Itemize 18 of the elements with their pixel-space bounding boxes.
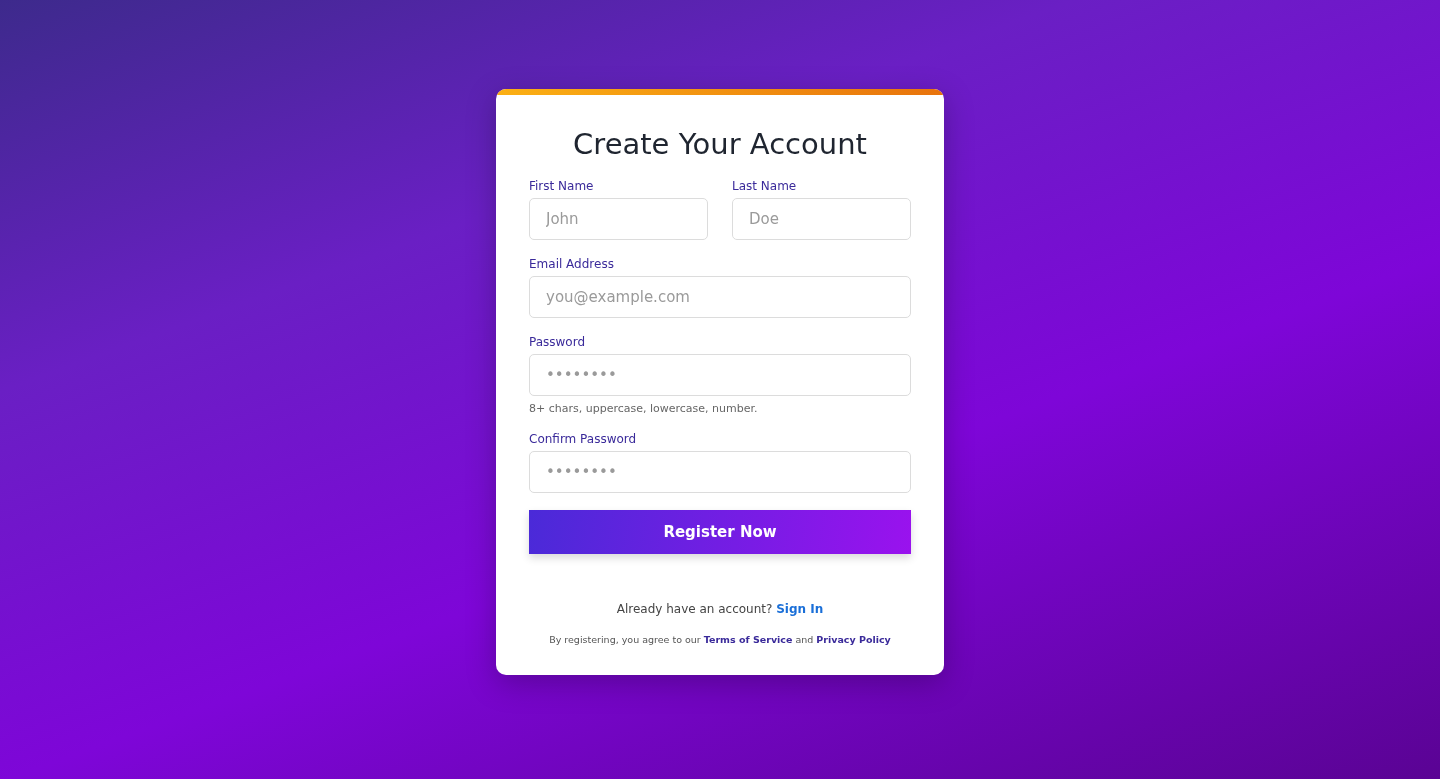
input-field[interactable]: ••••••••	[529, 354, 911, 396]
field-label: Confirm Password	[529, 432, 638, 446]
input-field[interactable]: you@example.com	[529, 276, 911, 318]
field-label: Password	[529, 335, 587, 349]
signin-link[interactable]: Sign In	[776, 602, 824, 616]
privacy-link[interactable]: Privacy Policy	[816, 634, 891, 645]
input-field[interactable]: Doe	[732, 198, 911, 240]
field-label: Last Name	[732, 179, 798, 193]
hint-text: 8+ chars, uppercase, lowercase, number.	[529, 402, 759, 415]
register-button[interactable]: Register Now	[529, 510, 911, 554]
input-field[interactable]: ••••••••	[529, 451, 911, 493]
field-label: First Name	[529, 179, 595, 193]
terms-text: By registering, you agree to our Terms of Service and Privacy Policy	[548, 634, 892, 645]
form-title: Create Your Account	[572, 127, 868, 161]
field-label: Email Address	[529, 257, 615, 271]
terms-link[interactable]: Terms of Service	[703, 634, 793, 645]
signin-text: Already have an account? Sign In	[615, 602, 825, 616]
input-field[interactable]: John	[529, 198, 708, 240]
